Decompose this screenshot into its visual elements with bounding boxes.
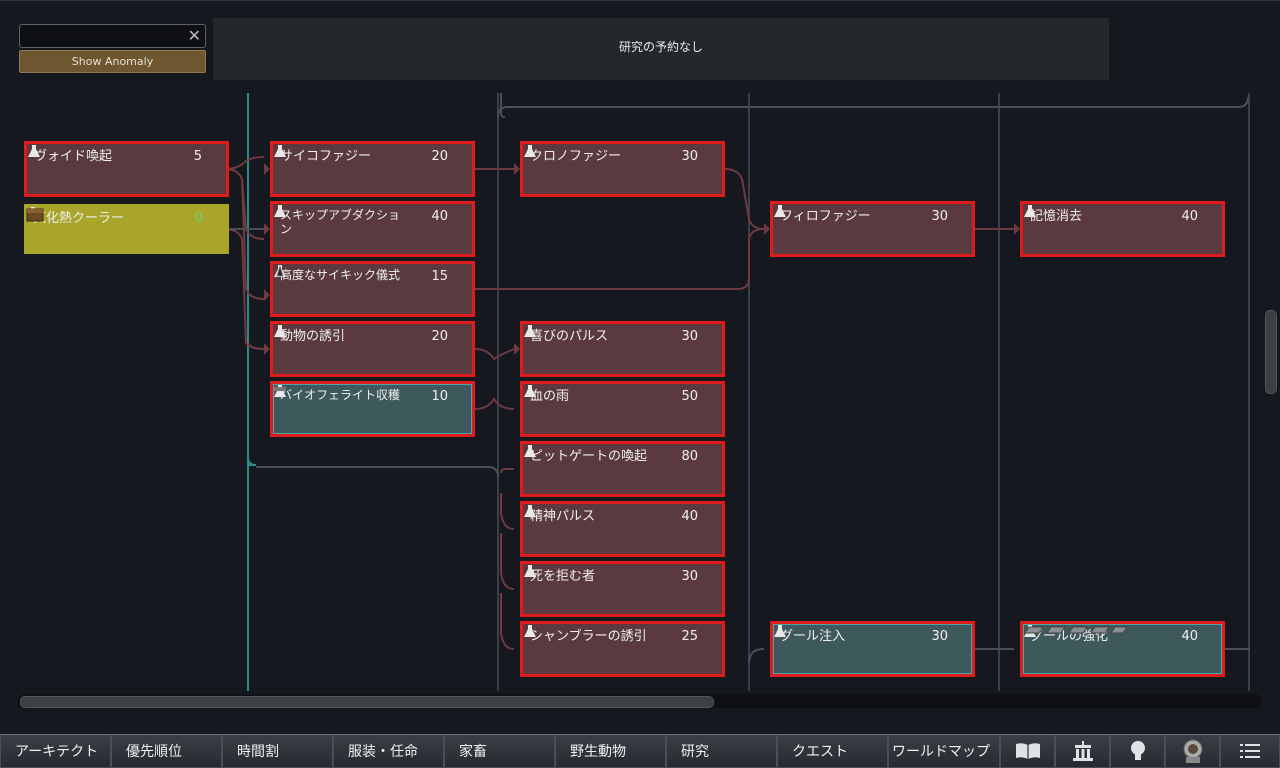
node-cost: 30: [931, 629, 948, 644]
research-flask-icon: [524, 565, 536, 577]
node-cost: 30: [931, 209, 948, 224]
research-flask-icon: [524, 145, 536, 157]
research-flask-icon: [1024, 205, 1036, 217]
lightbulb-icon[interactable]: [1110, 734, 1165, 768]
portrait-icon[interactable]: [1165, 734, 1220, 768]
history-icon[interactable]: [1055, 734, 1110, 768]
show-anomaly-button[interactable]: Show Anomaly: [19, 50, 206, 73]
node-cost: 0: [194, 211, 203, 226]
research-flask-icon: [28, 145, 40, 157]
bench-icon: [276, 264, 284, 277]
research-node-void-provocation[interactable]: ヴォイド喚起 5: [24, 141, 229, 197]
tool-icon: [274, 387, 286, 391]
research-node-psychophagy[interactable]: サイコファジー 20: [270, 141, 475, 197]
research-flask-icon: [524, 625, 536, 637]
node-cost: 5: [193, 149, 202, 164]
node-cost: 30: [681, 149, 698, 164]
tab-priorities[interactable]: 優先順位: [111, 734, 222, 768]
node-cost: 20: [431, 149, 448, 164]
close-icon[interactable]: ✕: [188, 27, 201, 45]
node-cost: 15: [431, 269, 448, 284]
research-flask-icon: [524, 505, 536, 517]
node-cost: 50: [681, 389, 698, 404]
node-label: 高度なサイキック儀式: [280, 268, 401, 282]
research-node-philophagy[interactable]: フィロファジー 30: [770, 201, 975, 257]
research-node-ghoul-enhance[interactable]: グールの強化 40: [1020, 621, 1225, 677]
node-label: 精神パルス: [530, 509, 596, 524]
node-label: 死を拒む者: [530, 569, 596, 584]
node-cost: 30: [681, 329, 698, 344]
node-label: ヴォイド喚起: [34, 149, 113, 164]
node-cost: 10: [431, 389, 448, 404]
node-cost: 25: [681, 629, 698, 644]
node-label: シャンブラーの誘引: [530, 629, 647, 644]
tab-research[interactable]: 研究: [666, 734, 777, 768]
research-flask-icon: [774, 625, 786, 637]
tab-animals[interactable]: 家畜: [444, 734, 555, 768]
research-node-ghoul-infusion[interactable]: グール注入 30: [770, 621, 975, 677]
research-flask-icon: [524, 445, 536, 457]
main-tab-bar: アーキテクト 優先順位 時間割 服装・任命 家畜 野生動物 研究 クエスト ワー…: [0, 734, 1280, 768]
node-label: フィロファジー: [780, 209, 871, 224]
tab-architect[interactable]: アーキテクト: [0, 734, 111, 768]
research-node-memory-erase[interactable]: 記憶消去 40: [1020, 201, 1225, 257]
chest-icon: [26, 208, 44, 222]
research-node-animal-lure[interactable]: 動物の誘引 20: [270, 321, 475, 377]
node-label: 記憶消去: [1030, 209, 1083, 224]
node-label: グール注入: [780, 629, 846, 644]
node-cost: 30: [681, 569, 698, 584]
node-cost: 40: [1181, 209, 1198, 224]
tab-wildlife[interactable]: 野生動物: [555, 734, 666, 768]
node-label: ピットゲートの喚起: [530, 449, 648, 464]
node-label: クロノファジー: [530, 149, 622, 164]
research-node-pit-gate[interactable]: ピットゲートの喚起 80: [520, 441, 725, 497]
research-flask-icon: [524, 385, 536, 397]
research-tree[interactable]: ヴォイド喚起 5 気化熱クーラー 0 サイコファジー 20 スキップアブダクショ…: [18, 93, 1250, 691]
node-label: 動物の誘引: [280, 329, 346, 344]
tab-schedule[interactable]: 時間割: [222, 734, 333, 768]
tab-assign[interactable]: 服装・任命: [333, 734, 444, 768]
research-flask-icon: [274, 205, 286, 217]
research-flask-icon: [524, 325, 536, 337]
book-icon[interactable]: [1000, 734, 1055, 768]
research-node-deathrefusal[interactable]: 死を拒む者 30: [520, 561, 725, 617]
search-box[interactable]: ✕: [19, 24, 206, 48]
research-node-vaporous-cooler[interactable]: 気化熱クーラー 0: [24, 204, 229, 254]
research-node-blood-rain[interactable]: 血の雨 50: [520, 381, 725, 437]
node-cost: 40: [431, 209, 448, 224]
search-input[interactable]: [20, 25, 192, 47]
research-node-chronophagy[interactable]: クロノファジー 30: [520, 141, 725, 197]
node-label: サイコファジー: [280, 149, 372, 164]
research-flask-icon: [274, 145, 286, 157]
research-node-joy-pulse[interactable]: 喜びのパルス 30: [520, 321, 725, 377]
node-label: スキップアブダクション: [280, 208, 401, 236]
research-flask-icon: [274, 325, 286, 337]
menu-icon[interactable]: [1220, 734, 1280, 768]
research-screen: ✕ Show Anomaly 研究の予約なし ヴォイド喚起 5 気化熱クーラー …: [0, 0, 1280, 768]
node-cost: 40: [681, 509, 698, 524]
research-node-shambler-lure[interactable]: シャンブラーの誘引 25: [520, 621, 725, 677]
research-node-advanced-psychic-ritual[interactable]: 高度なサイキック儀式 15: [270, 261, 475, 317]
node-label: 喜びのパルス: [530, 329, 609, 344]
node-cost: 20: [431, 329, 448, 344]
tab-world-map[interactable]: ワールドマップ: [888, 734, 1000, 768]
node-cost: 80: [681, 449, 698, 464]
node-label: バイオフェライト収穫: [280, 388, 401, 402]
node-label: 血の雨: [530, 389, 570, 404]
slabs-icon: [1024, 626, 1127, 634]
vertical-scrollbar-thumb[interactable]: [1265, 310, 1277, 394]
research-flask-icon: [774, 205, 786, 217]
research-queue: 研究の予約なし: [213, 18, 1109, 80]
research-node-biofeller-harvest[interactable]: バイオフェライト収穫 10: [270, 381, 475, 437]
tab-quests[interactable]: クエスト: [777, 734, 888, 768]
node-label: 気化熱クーラー: [33, 211, 125, 226]
research-node-mind-pulse[interactable]: 精神パルス 40: [520, 501, 725, 557]
research-node-skip-abduction[interactable]: スキップアブダクション 40: [270, 201, 475, 257]
node-cost: 40: [1181, 629, 1198, 644]
queue-status-text: 研究の予約なし: [618, 40, 703, 54]
horizontal-scrollbar-thumb[interactable]: [20, 696, 714, 708]
